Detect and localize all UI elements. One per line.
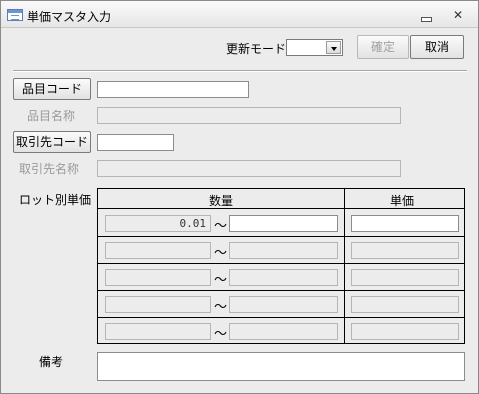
row-divider [98,290,464,291]
unit-price-cell[interactable] [351,323,459,340]
product-code-field[interactable] [97,81,249,98]
notes-label: 備考 [39,355,64,369]
supplier-code-field[interactable] [97,134,174,151]
unit-price-master-window: 単価マスタ入力 ✕ 更新モード 確定 取消 品目コード 品目名称 取引先コード … [0,0,479,394]
qty-to-cell[interactable] [229,296,338,313]
unit-price-cell[interactable] [351,215,459,232]
title-bar: 単価マスタ入力 ✕ [1,1,478,28]
window-title: 単価マスタ入力 [27,10,112,24]
row-divider [98,263,464,264]
qty-to-cell[interactable] [229,215,338,232]
confirm-button[interactable]: 確定 [357,35,409,59]
unit-price-cell[interactable] [351,269,459,286]
column-divider [344,189,345,343]
range-tilde: 〜 [214,273,228,288]
qty-from-cell [105,242,211,259]
qty-from-cell [105,269,211,286]
qty-from-cell [105,323,211,340]
cancel-button[interactable]: 取消 [410,35,464,59]
qty-to-cell[interactable] [229,323,338,340]
price-column-header: 単価 [390,194,415,208]
lot-price-table: 数量 単価 0.01 〜 〜 〜 〜 〜 [97,188,465,344]
supplier-name-label: 取引先名称 [19,162,80,176]
chevron-down-icon[interactable] [326,41,341,54]
header-separator [13,70,467,72]
notes-field[interactable] [97,352,465,381]
supplier-code-button[interactable]: 取引先コード [13,131,91,153]
update-mode-label: 更新モード [226,42,287,56]
product-code-button[interactable]: 品目コード [13,78,91,100]
supplier-name-field [97,160,401,177]
close-icon: ✕ [452,8,464,22]
qty-to-cell[interactable] [229,242,338,259]
product-name-field [97,107,401,124]
minimize-button[interactable] [415,7,437,23]
range-tilde: 〜 [214,300,228,315]
row-divider [98,317,464,318]
quantity-column-header: 数量 [209,194,234,208]
qty-from-cell: 0.01 [105,215,211,232]
range-tilde: 〜 [214,219,228,234]
unit-price-cell[interactable] [351,296,459,313]
range-tilde: 〜 [214,327,228,342]
qty-to-cell[interactable] [229,269,338,286]
unit-price-cell[interactable] [351,242,459,259]
product-name-label: 品目名称 [27,109,76,123]
lot-price-label: ロット別単価 [19,193,92,207]
update-mode-select[interactable] [286,39,343,56]
range-tilde: 〜 [214,246,228,261]
qty-from-cell [105,296,211,313]
form-icon [7,9,23,21]
close-button[interactable]: ✕ [447,7,469,23]
row-divider [98,236,464,237]
